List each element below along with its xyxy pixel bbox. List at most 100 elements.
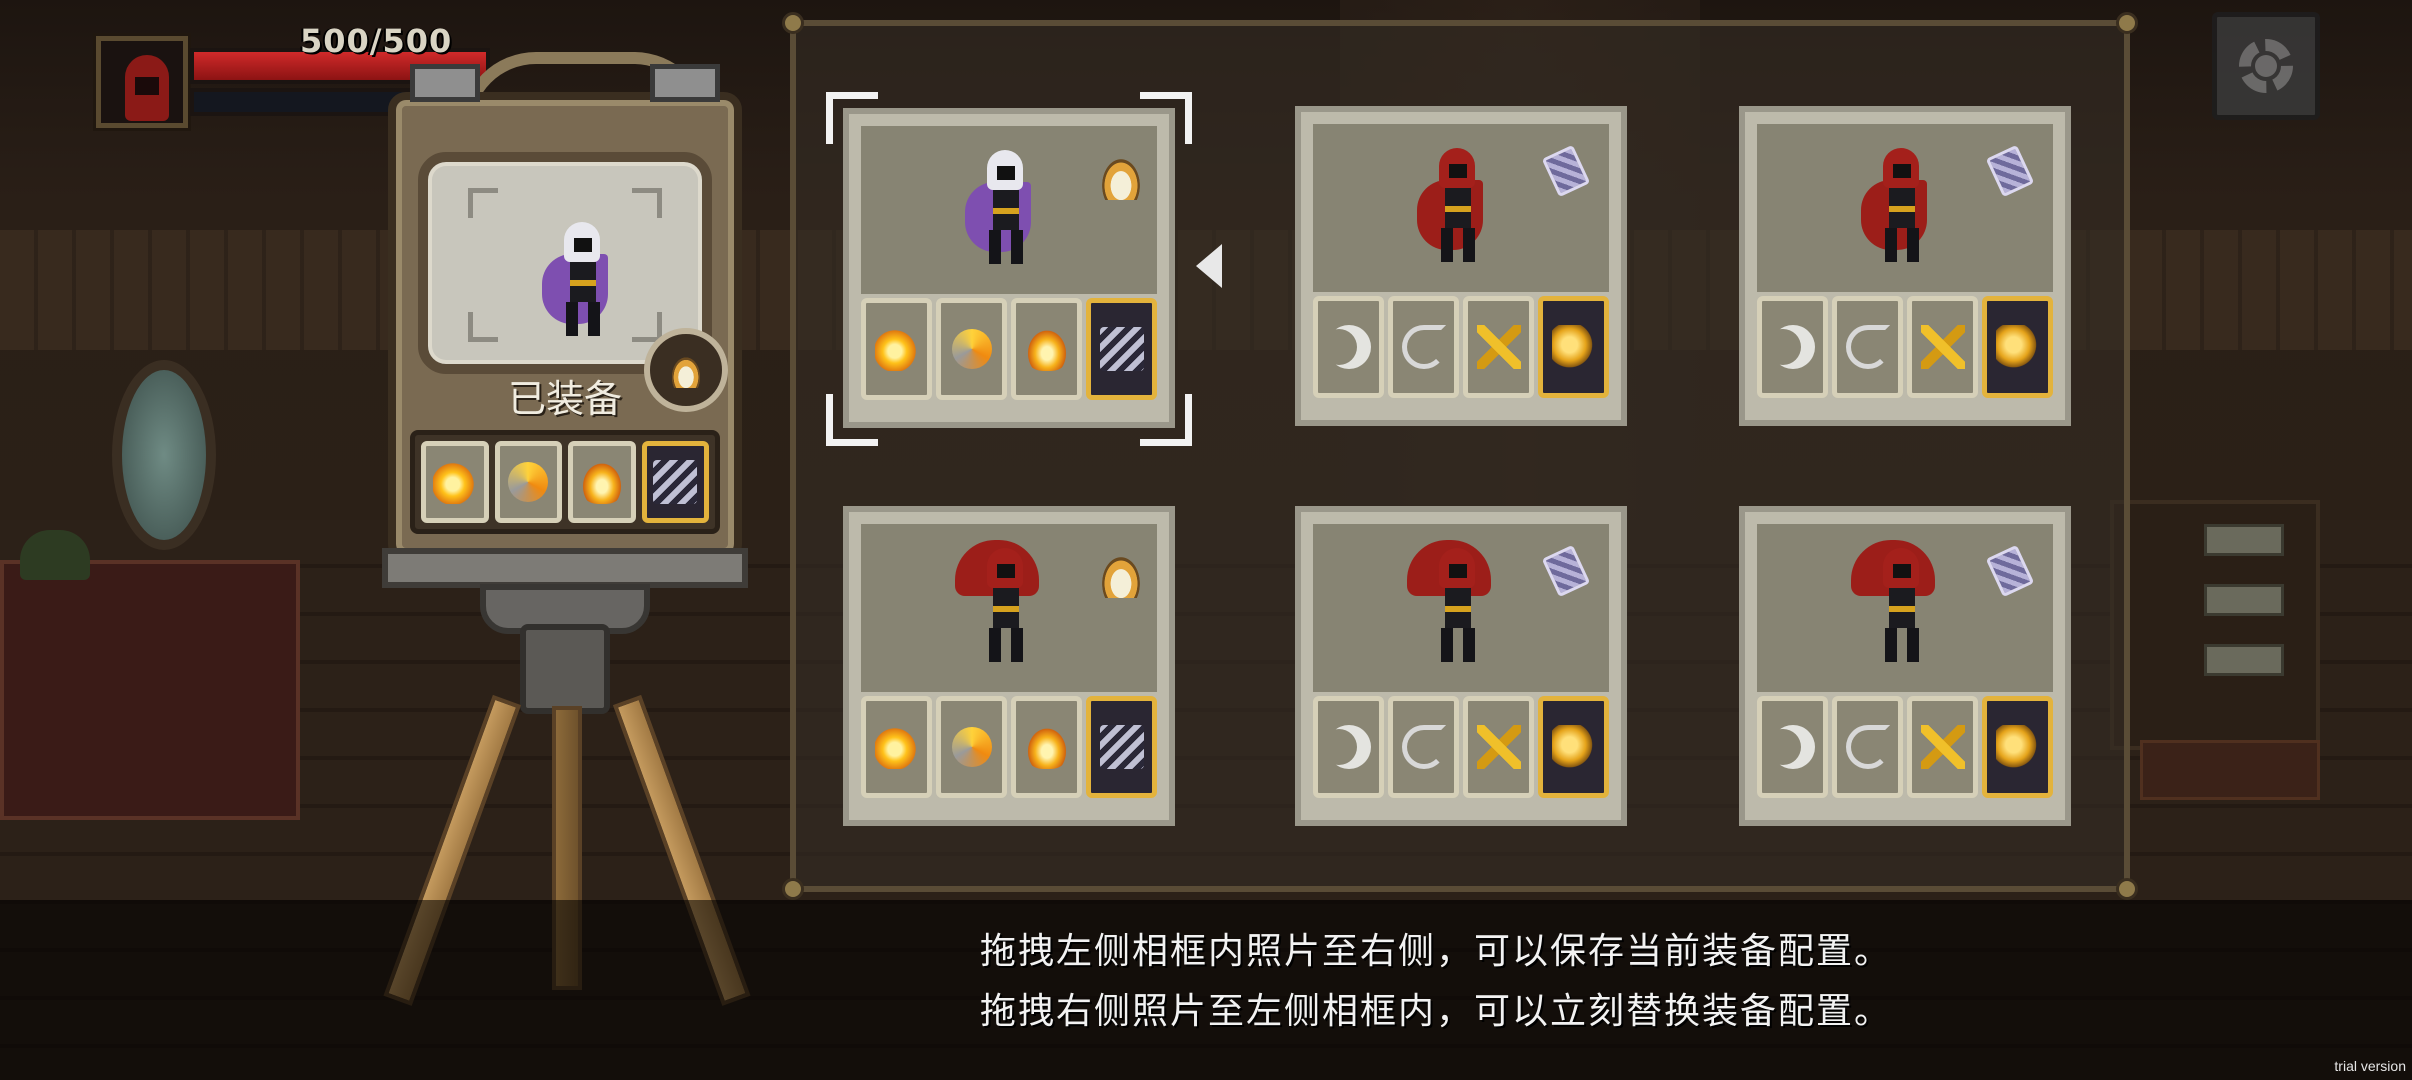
preset-card-3[interactable] [1739, 106, 2071, 426]
bowl-relic-icon [1097, 152, 1145, 200]
skill-slot [861, 696, 932, 798]
white-hooded-mage-sprite [961, 142, 1051, 282]
skill-slot [1757, 696, 1828, 798]
preset-card-4[interactable] [843, 506, 1175, 826]
gold-orb-icon [1551, 325, 1596, 369]
gold-cross-icon [1920, 325, 1965, 369]
gold-cross-icon [1476, 725, 1521, 769]
crescent-slash-icon [1771, 725, 1815, 769]
wall-shelf [2110, 500, 2320, 750]
skill-slot [1388, 296, 1459, 398]
crescent-slash-icon [1327, 725, 1371, 769]
preset-card-5[interactable] [1295, 506, 1627, 826]
bowl-relic-icon [1097, 550, 1145, 598]
crescent-slash-icon [1771, 325, 1815, 369]
trial-watermark: trial version [2334, 1058, 2406, 1074]
hook-dash-icon [1845, 325, 1890, 369]
card-relic-icon [1985, 544, 2035, 598]
player-portrait [96, 36, 188, 128]
hook-dash-icon [1401, 725, 1446, 769]
potted-plant [20, 530, 90, 580]
preset-skill-slots [861, 696, 1157, 798]
health-text: 500/500 [300, 22, 453, 60]
flame-drop-icon [1024, 725, 1069, 769]
skill-slot [1757, 296, 1828, 398]
skill-slot [1538, 696, 1609, 798]
settings-button[interactable] [2212, 12, 2320, 120]
crescent-slash-icon [1327, 325, 1371, 369]
skill-slot [1907, 696, 1978, 798]
hint-line-2: 拖拽右侧照片至左侧相框内，可以立刻替换装备配置。 [980, 991, 1893, 1032]
preset-card-1[interactable] [843, 108, 1175, 428]
dark-arcana-icon [1099, 327, 1144, 371]
equipped-skill-slots [410, 430, 720, 534]
skill-slot [1832, 696, 1903, 798]
flame-drop-icon [1024, 327, 1069, 371]
fire-burst-icon [432, 460, 477, 504]
skill-slot [1982, 296, 2053, 398]
red-hooded-hero-sprite [1407, 540, 1503, 680]
preset-skill-slots [1313, 296, 1609, 398]
preset-photo [861, 524, 1157, 692]
preset-photo [1757, 124, 2053, 292]
fire-burst-icon [874, 327, 919, 371]
dark-arcana-icon [1099, 725, 1144, 769]
hook-dash-icon [1401, 325, 1446, 369]
skill-slot[interactable] [568, 441, 636, 523]
skill-slot[interactable] [494, 441, 562, 523]
card-relic-icon [1541, 144, 1591, 198]
skill-slot [936, 696, 1007, 798]
oval-mirror [112, 360, 216, 550]
camera-frame[interactable]: 已装备 [388, 64, 742, 562]
fire-burst-icon [874, 725, 919, 769]
fire-swirl-icon [951, 727, 992, 767]
skill-slot [1011, 696, 1082, 798]
drag-arrow-left-icon [1196, 244, 1222, 288]
skill-slot [1982, 696, 2053, 798]
red-hooded-hero-sprite [955, 540, 1051, 680]
gold-cross-icon [1920, 725, 1965, 769]
preset-skill-slots [861, 298, 1157, 400]
skill-slot [1463, 296, 1534, 398]
preset-photo [861, 126, 1157, 294]
gold-orb-icon [1995, 325, 2040, 369]
preset-photo [1313, 524, 1609, 692]
card-relic-icon [1985, 144, 2035, 198]
skill-slot[interactable] [421, 441, 489, 523]
fire-swirl-icon [508, 462, 549, 502]
gold-cross-icon [1476, 325, 1521, 369]
skill-slot [1388, 696, 1459, 798]
dark-arcana-icon [653, 460, 698, 504]
skill-slot [1313, 296, 1384, 398]
skill-slot [936, 298, 1007, 400]
gold-orb-icon [1995, 725, 2040, 769]
hint-line-1: 拖拽左侧相框内照片至右侧，可以保存当前装备配置。 [980, 931, 1893, 972]
preset-card-6[interactable] [1739, 506, 2071, 826]
preset-photo [1313, 124, 1609, 292]
preset-skill-slots [1757, 696, 2053, 798]
card-relic-icon [1541, 544, 1591, 598]
white-hooded-mage-sprite [538, 214, 628, 354]
skill-slot [1907, 296, 1978, 398]
camera-base [382, 548, 748, 588]
skill-slot [1832, 296, 1903, 398]
red-rug [0, 560, 300, 820]
skill-slot [1086, 696, 1157, 798]
skill-slot[interactable] [641, 441, 709, 523]
preset-card-2[interactable] [1295, 106, 1627, 426]
fire-swirl-icon [951, 329, 992, 369]
red-hooded-hero-sprite [1413, 140, 1503, 280]
skill-slot [1463, 696, 1534, 798]
gold-orb-icon [1551, 725, 1596, 769]
hook-dash-icon [1845, 725, 1890, 769]
red-hooded-hero-sprite [1851, 540, 1947, 680]
preset-photo [1757, 524, 2053, 692]
skill-slot [1086, 298, 1157, 400]
equipped-label: 已装备 [507, 377, 622, 421]
red-hooded-hero-sprite [1857, 140, 1947, 280]
preset-skill-slots [1757, 296, 2053, 398]
flame-drop-icon [579, 460, 624, 504]
tripod-head [520, 624, 610, 714]
chest [2140, 740, 2320, 800]
skill-slot [1538, 296, 1609, 398]
